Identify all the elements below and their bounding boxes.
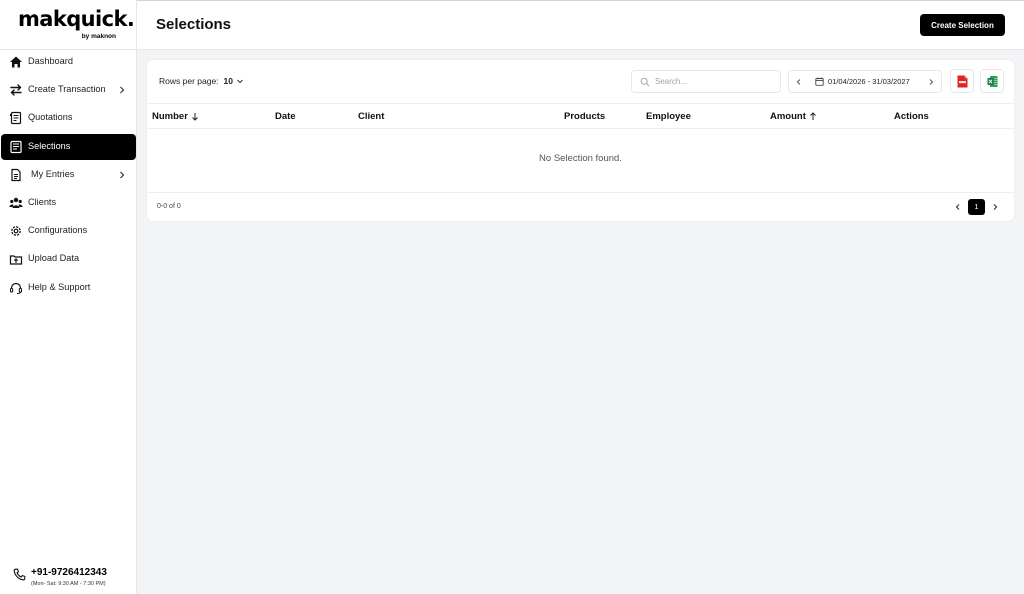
sidebar-item-label: Upload Data <box>28 253 80 263</box>
date-next-chevron-icon[interactable] <box>925 76 937 88</box>
sidebar-item-label: Quotations <box>28 112 73 122</box>
create-selection-button[interactable]: Create Selection <box>920 14 1005 36</box>
sidebar-item-clients[interactable]: Clients <box>0 190 137 216</box>
excel-icon <box>987 76 998 87</box>
sort-up-arrow-icon <box>810 112 816 120</box>
sidebar-item-upload-data[interactable]: Upload Data <box>0 246 137 272</box>
table-header: Number Date Client Products Employee Amo… <box>147 103 1014 129</box>
table-footer: 0-0 of 0 1 <box>147 192 1014 221</box>
column-products[interactable]: Products <box>564 111 605 122</box>
sidebar-item-selections[interactable]: Selections <box>1 134 136 160</box>
sidebar-item-label: My Entries <box>31 169 75 179</box>
column-amount-label: Amount <box>770 111 806 122</box>
selections-card: Rows per page: 10 01/04/2026 - 31/03/202… <box>147 60 1014 221</box>
sidebar: makquick. by maknon Dashboard Create Tra… <box>0 0 137 594</box>
document-icon <box>11 168 21 182</box>
sidebar-item-label: Help & Support <box>28 282 91 292</box>
support-phone[interactable]: +91-9726412343 <box>31 567 107 578</box>
date-prev-chevron-icon[interactable] <box>793 76 805 88</box>
column-employee-label: Employee <box>646 111 691 122</box>
column-actions-label: Actions <box>894 111 929 122</box>
sidebar-item-label: Selections <box>28 141 71 151</box>
column-date[interactable]: Date <box>275 111 296 122</box>
column-number[interactable]: Number <box>152 111 199 122</box>
export-excel-button[interactable] <box>980 69 1004 93</box>
search-box <box>631 70 781 93</box>
gear-icon <box>11 226 21 236</box>
pagination-summary: 0-0 of 0 <box>157 203 181 210</box>
upload-icon <box>9 255 23 265</box>
transfer-icon <box>10 84 22 96</box>
pdf-icon <box>957 75 968 88</box>
chevron-down-icon[interactable] <box>236 77 244 85</box>
brand-tagline: by maknon <box>81 33 116 40</box>
quotation-icon <box>10 111 22 125</box>
sidebar-item-label: Clients <box>28 197 57 207</box>
sidebar-item-label: Create Transaction <box>28 84 106 94</box>
column-client[interactable]: Client <box>358 111 384 122</box>
rows-per-page: Rows per page: 10 <box>159 76 244 86</box>
brand-name: makquick. <box>18 7 135 31</box>
pagination-next-icon[interactable] <box>989 201 1001 213</box>
sidebar-item-create-transaction[interactable]: Create Transaction <box>0 77 137 103</box>
sidebar-item-my-entries[interactable]: My Entries <box>0 162 137 188</box>
sidebar-item-label: Configurations <box>28 225 88 235</box>
headset-icon <box>10 282 23 294</box>
sidebar-item-help-support[interactable]: Help & Support <box>0 275 137 301</box>
sidebar-item-configurations[interactable]: Configurations <box>0 218 137 244</box>
rows-per-page-select[interactable]: 10 <box>224 76 233 86</box>
export-pdf-button[interactable] <box>950 69 974 93</box>
column-actions: Actions <box>894 111 929 122</box>
sidebar-item-label: Dashboard <box>28 56 73 66</box>
selection-icon <box>10 140 22 154</box>
support-hours: (Mon- Sat: 9:30 AM - 7:30 PM) <box>31 581 106 587</box>
date-range-picker: 01/04/2026 - 31/03/2027 <box>788 70 942 93</box>
sidebar-item-dashboard[interactable]: Dashboard <box>0 49 137 75</box>
column-date-label: Date <box>275 111 296 122</box>
column-employee[interactable]: Employee <box>646 111 691 122</box>
empty-state-message: No Selection found. <box>539 153 622 164</box>
calendar-icon <box>815 77 824 86</box>
column-products-label: Products <box>564 111 606 122</box>
column-number-label: Number <box>152 111 188 122</box>
chevron-right-icon <box>120 171 125 179</box>
column-amount[interactable]: Amount <box>770 111 817 122</box>
page-header: Selections Create Selection <box>137 0 1024 50</box>
date-range-value[interactable]: 01/04/2026 - 31/03/2027 <box>828 77 910 86</box>
rows-per-page-label: Rows per page: <box>159 76 219 86</box>
brand-logo[interactable]: makquick. by maknon <box>18 6 135 46</box>
search-icon <box>640 77 650 87</box>
users-icon <box>9 197 23 208</box>
sidebar-item-quotations[interactable]: Quotations <box>0 105 137 131</box>
pagination-page-1[interactable]: 1 <box>968 199 985 215</box>
page-title: Selections <box>156 16 232 33</box>
search-input[interactable] <box>655 74 775 89</box>
phone-icon <box>13 568 26 581</box>
pagination-prev-icon[interactable] <box>952 201 964 213</box>
sort-down-arrow-icon <box>192 113 198 121</box>
chevron-right-icon <box>120 86 125 94</box>
column-client-label: Client <box>358 111 385 122</box>
home-icon <box>10 56 22 68</box>
